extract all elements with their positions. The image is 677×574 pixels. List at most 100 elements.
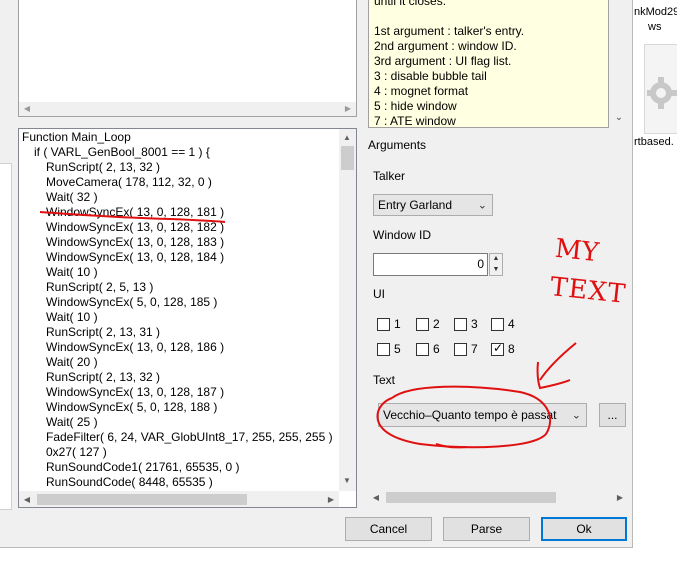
code-line: Wait( 32 ) [46,190,98,204]
scroll-left-icon[interactable]: ◀ [21,103,33,115]
chevron-down-icon[interactable]: ⌄ [612,112,626,124]
code-line: WindowSyncEx( 5, 0, 128, 185 ) [46,295,218,309]
ui-flag-8-checkbox[interactable]: ✓ [491,341,504,356]
code-line: 0x27( 127 ) [46,445,107,459]
help-line: until it closes. [374,0,447,8]
scroll-left-icon[interactable]: ◀ [21,494,33,506]
ui-flag-2-checkbox[interactable] [416,318,429,331]
dialog-border [632,0,633,548]
code-line: WindowSyncEx( 13, 0, 128, 182 ) [46,220,225,234]
ui-flag-7-checkbox[interactable] [454,343,467,356]
window-id-stepper[interactable]: ▲ ▼ [489,253,503,276]
scroll-up-icon[interactable]: ▲ [341,132,353,144]
code-line: RunSoundCode( 8448, 65535 ) [46,475,213,489]
script-editor[interactable]: Function Main_Loop if ( VARL_GenBool_800… [18,128,357,508]
ui-flag-1-label: 1 [394,317,401,331]
scrollbar-thumb[interactable] [386,492,556,503]
checkmark-icon: ✓ [493,341,504,355]
arguments-title: Arguments [368,138,427,152]
help-line: 3rd argument : UI flag list. [374,54,512,68]
stepper-down-icon[interactable]: ▼ [490,265,502,276]
file-icon[interactable] [644,44,677,134]
scroll-right-icon[interactable]: ▶ [342,103,354,115]
gear-icon [647,77,677,109]
window-id-label: Window ID [373,228,432,242]
ui-flag-6-label: 6 [433,342,440,356]
dialog-border-bottom [0,547,633,548]
annotation-arrowhead [536,361,571,390]
ui-flag-4-label: 4 [508,317,515,331]
code-line: Wait( 10 ) [46,265,98,279]
ui-flag-3-label: 3 [471,317,478,331]
code-line: Wait( 10 ) [46,310,98,324]
help-text-box: until it closes. 1st argument : talker's… [368,0,609,128]
vertical-scrollbar[interactable]: ▲ ▼ [339,129,356,491]
code-line: RunScript( 2, 13, 32 ) [46,160,161,174]
scrollbar-thumb[interactable] [37,494,247,505]
ui-flag-4-checkbox[interactable] [491,318,504,331]
side-panel [0,163,12,510]
chevron-down-icon: ⌄ [571,409,581,422]
text-select[interactable]: Vecchio–Quanto tempo è passat ⌄ [378,403,587,427]
help-line: 5 : hide window [374,99,457,113]
ui-flag-6-checkbox[interactable] [416,343,429,356]
code-line: FadeFilter( 6, 24, VAR_GlobUInt8_17, 255… [46,430,333,444]
window-id-input[interactable]: 0 [373,253,488,276]
desktop-icon-label: nkMod29 [634,6,677,18]
ui-flag-1-checkbox[interactable] [377,318,390,331]
scroll-left-icon[interactable]: ◀ [370,492,382,504]
horizontal-scrollbar[interactable]: ◀ ▶ [19,102,356,116]
text-value: Vecchio–Quanto tempo è passat [383,408,557,422]
code-line: WindowSyncEx( 13, 0, 128, 181 ) [46,205,225,219]
ui-flag-7-label: 7 [471,342,478,356]
help-line: 2nd argument : window ID. [374,39,517,53]
code-line: Function Main_Loop [22,130,131,144]
talker-label: Talker [373,169,406,183]
browse-text-button[interactable]: ... [599,403,626,427]
scroll-right-icon[interactable]: ▶ [614,492,626,504]
code-line: RunSoundCode1( 21761, 65535, 0 ) [46,460,240,474]
help-line: 4 : mognet format [374,84,469,98]
annotation-text-text: TEXT [548,272,628,310]
code-line: WindowSyncEx( 5, 0, 128, 188 ) [46,400,218,414]
scroll-right-icon[interactable]: ▶ [325,494,337,506]
parse-button[interactable]: Parse [443,517,530,541]
help-line: 7 : ATE window [374,114,456,128]
annotation-stroke [435,443,467,449]
code-line: WindowSyncEx( 13, 0, 128, 187 ) [46,385,225,399]
code-line: if ( VARL_GenBool_8001 == 1 ) { [34,145,210,159]
code-line: Wait( 20 ) [46,355,98,369]
code-line: RunScript( 2, 5, 13 ) [46,280,154,294]
desktop-background: nkMod29 ws rtbased. [632,0,677,574]
code-line: WindowSyncEx( 13, 0, 128, 186 ) [46,340,225,354]
code-line: RunScript( 2, 13, 31 ) [46,325,161,339]
code-line: Wait( 25 ) [46,415,98,429]
code-line: RunScript( 2, 13, 32 ) [46,370,161,384]
text-label: Text [373,373,396,387]
ui-flag-5-label: 5 [394,342,401,356]
ui-flag-5-checkbox[interactable] [377,343,390,356]
annotation-text-my: MY [553,233,601,269]
ok-button[interactable]: Ok [541,517,627,541]
ui-flag-8-label: 8 [508,342,515,356]
code-line: WindowSyncEx( 13, 0, 128, 184 ) [46,250,225,264]
ui-flag-3-checkbox[interactable] [454,318,467,331]
code-line: WindowSyncEx( 13, 0, 128, 183 ) [46,235,225,249]
ui-label: UI [373,287,385,301]
scroll-down-icon[interactable]: ▼ [341,475,353,487]
desktop-icon-label-3: rtbased. [634,136,674,148]
talker-select[interactable]: Entry Garland ⌄ [373,194,493,216]
code-line: MoveCamera( 178, 112, 32, 0 ) [46,175,212,189]
horizontal-scrollbar[interactable]: ◀ ▶ [19,491,339,507]
stepper-up-icon[interactable]: ▲ [490,254,502,265]
arguments-horizontal-scrollbar[interactable]: ◀ ▶ [368,489,628,506]
scrollbar-thumb[interactable] [341,146,354,170]
cancel-button[interactable]: Cancel [345,517,432,541]
function-list-box[interactable]: ◀ ▶ [18,0,357,117]
desktop-icon-label-2: ws [648,21,662,33]
help-line: 3 : disable bubble tail [374,69,487,83]
desktop-bottom [0,547,636,574]
talker-value: Entry Garland [378,198,453,212]
ui-flag-2-label: 2 [433,317,440,331]
help-line: 1st argument : talker's entry. [374,24,525,38]
